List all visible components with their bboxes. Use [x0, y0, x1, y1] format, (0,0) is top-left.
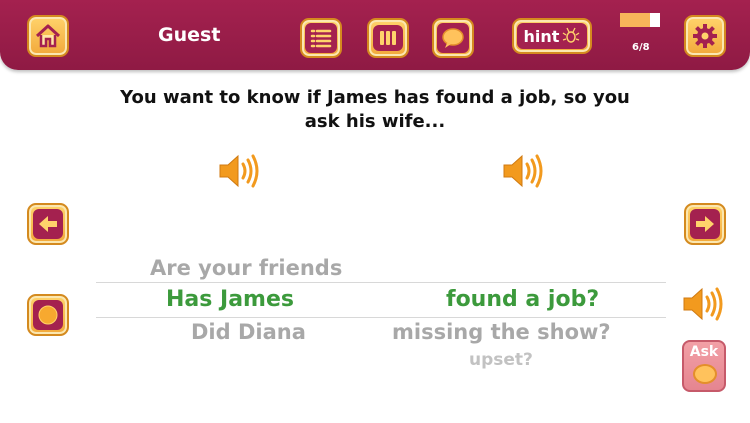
right-option-selected[interactable]: found a job? [446, 287, 599, 312]
prompt-text: You want to know if James has found a jo… [100, 86, 650, 134]
top-bar: Guest hint 6/8 [0, 0, 750, 70]
picker-bottom-line [96, 317, 666, 318]
prompt-line-2: ask his wife... [304, 111, 446, 132]
ask-label: Ask [689, 344, 719, 360]
speaker-icon-sentence[interactable] [682, 285, 724, 323]
progress-fill [620, 13, 650, 27]
user-name-label: Guest [158, 24, 221, 46]
right-option-below-2[interactable]: upset? [469, 350, 533, 370]
home-icon [35, 24, 61, 48]
left-option-selected[interactable]: Has James [166, 287, 294, 312]
speech-bubble-icon [442, 28, 464, 48]
chat-button[interactable] [432, 18, 474, 58]
hint-button[interactable]: hint [512, 18, 592, 54]
next-button[interactable] [684, 203, 726, 245]
speech-bubble-icon [693, 364, 717, 384]
hint-label: hint [523, 26, 560, 46]
record-icon [38, 305, 58, 325]
previous-button[interactable] [27, 203, 69, 245]
home-button[interactable] [27, 15, 69, 57]
columns-icon [380, 31, 396, 45]
prompt-line-1: You want to know if James has found a jo… [120, 87, 630, 108]
arrow-left-icon [39, 216, 57, 232]
right-option-below[interactable]: missing the show? [392, 320, 611, 344]
progress-bar [620, 13, 660, 27]
list-icon [310, 29, 332, 48]
left-option-above[interactable]: Are your friends [150, 256, 342, 280]
settings-button[interactable] [684, 15, 726, 57]
gear-icon [693, 24, 717, 48]
record-button[interactable] [27, 294, 69, 336]
ask-button[interactable]: Ask [682, 340, 726, 392]
columns-button[interactable] [367, 18, 409, 58]
speaker-icon-left[interactable] [218, 152, 260, 190]
lesson-list-button[interactable] [300, 18, 342, 58]
arrow-right-icon [696, 216, 714, 232]
bug-icon [563, 27, 580, 43]
left-option-below[interactable]: Did Diana [191, 320, 306, 344]
speaker-icon-right[interactable] [502, 152, 544, 190]
picker-top-line [96, 282, 666, 283]
progress-count: 6/8 [632, 42, 650, 53]
